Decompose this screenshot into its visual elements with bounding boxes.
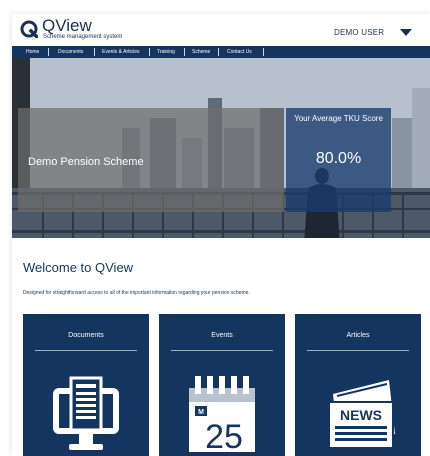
scheme-name: Demo Pension Scheme [28,156,144,168]
tile-divider [307,350,409,351]
newspaper-icon: NEWS [328,380,395,449]
main-nav: Home Documents Events & Articles Trainin… [12,46,430,58]
welcome-title: Welcome to QView [23,260,134,275]
nav-item-events-articles[interactable]: Events & Articles [102,46,140,58]
calendar-month: M [198,409,204,416]
news-heading: NEWS [340,407,382,423]
logo[interactable]: QView Scheme management system [20,16,140,44]
logo-name: QView [42,16,92,35]
nav-item-home[interactable]: Home [26,46,39,58]
page-frame: QView Scheme management system DEMO USER… [12,14,430,456]
logo-q-icon [20,20,38,38]
tile-label: Articles [346,332,370,339]
nav-separator [94,48,95,56]
welcome-text: Designed for straightforward access to a… [23,290,250,296]
hero-banner: Demo Pension Scheme Your Average TKU Sco… [12,58,430,244]
nav-separator [48,48,49,56]
score-value: 80.0% [315,150,362,167]
nav-item-training[interactable]: Training [157,46,175,58]
nav-separator [184,48,185,56]
tile-divider [171,350,273,351]
nav-item-contact-us[interactable]: Contact Us [227,46,252,58]
scheme-name-panel: Demo Pension Scheme [18,108,284,212]
tile-label: Documents [68,332,104,339]
nav-item-documents[interactable]: Documents [58,46,83,58]
logo-tagline: Scheme management system [43,34,123,40]
tku-score-panel: Your Average TKU Score 80.0% [286,108,391,212]
tile-divider [35,350,137,351]
tile-documents[interactable]: Documents [23,314,149,456]
tile-articles[interactable]: Articles NEWS [295,314,421,456]
calendar-icon: M 25 [189,376,255,456]
nav-separator [149,48,150,56]
score-label: Your Average TKU Score [294,114,383,123]
user-name[interactable]: DEMO USER [334,28,384,37]
nav-item-scheme[interactable]: Scheme [192,46,210,58]
calendar-day: 25 [205,418,243,456]
user-menu-caret-icon[interactable] [400,29,412,36]
tile-label: Events [211,332,233,339]
monitor-document-icon [53,376,119,450]
nav-separator [218,48,219,56]
nav-separator [263,48,264,56]
header: QView Scheme management system DEMO USER [12,14,430,46]
tile-events[interactable]: Events M 25 [159,314,285,456]
